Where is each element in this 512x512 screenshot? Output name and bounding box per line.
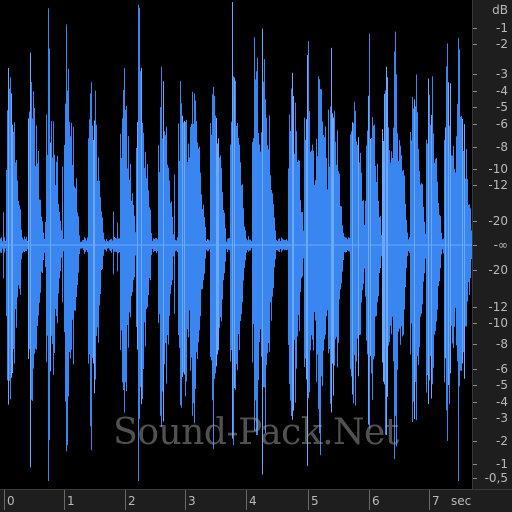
waveform-graphic[interactable] <box>0 0 472 489</box>
db-label-center: -∞ <box>493 238 508 252</box>
db-tick <box>473 344 477 345</box>
db-tick <box>473 478 477 479</box>
time-label: 3 <box>188 494 196 508</box>
db-tick <box>473 107 477 108</box>
db-label-bottom: -8 <box>496 337 508 351</box>
time-label: 0 <box>7 494 15 508</box>
time-label: 7 <box>432 494 440 508</box>
time-tick <box>4 490 5 510</box>
db-label-top: -20 <box>488 214 508 228</box>
db-label-top: -5 <box>496 100 508 114</box>
db-label-bottom: -0,5 <box>484 471 508 485</box>
db-tick <box>473 74 477 75</box>
db-label-top: -8 <box>496 140 508 154</box>
db-label-bottom: -10 <box>488 316 508 330</box>
db-tick <box>473 270 477 271</box>
time-tick <box>125 490 126 510</box>
db-label-top: -10 <box>488 162 508 176</box>
time-label: 6 <box>372 494 380 508</box>
db-label-bottom: -2 <box>496 434 508 448</box>
db-tick <box>473 44 477 45</box>
time-tick <box>185 490 186 510</box>
db-tick <box>473 245 477 246</box>
db-label-top: -12 <box>488 178 508 192</box>
db-tick <box>473 124 477 125</box>
time-tick <box>64 490 65 510</box>
waveform-editor: dB -1 -2 -3 -4 -5 -6 -8 -10 -12 -20 -∞ -20 -12 -10 -8-… <box>0 0 512 512</box>
time-label: 2 <box>128 494 136 508</box>
db-tick <box>473 418 477 419</box>
time-ruler[interactable]: sec 0 1 2 3 4 5 6 7 <box>0 489 512 512</box>
db-scale: dB -1 -2 -3 -4 -5 -6 -8 -10 -12 -20 -∞ -20 -12 -10 -8 -… <box>472 0 512 489</box>
db-label-top: -6 <box>496 117 508 131</box>
time-tick <box>308 490 309 510</box>
db-tick <box>473 464 477 465</box>
db-tick <box>473 402 477 403</box>
db-label-bottom: -6 <box>496 362 508 376</box>
db-label-bottom: -1 <box>496 457 508 471</box>
db-label-bottom: -20 <box>488 263 508 277</box>
time-label: 5 <box>311 494 319 508</box>
time-tick <box>369 490 370 510</box>
db-label-bottom: -5 <box>496 378 508 392</box>
db-tick <box>473 441 477 442</box>
db-label-bottom: -12 <box>488 300 508 314</box>
db-label-top: -2 <box>496 37 508 51</box>
db-tick <box>473 323 477 324</box>
db-tick <box>473 147 477 148</box>
db-label-bottom: -3 <box>496 411 508 425</box>
time-unit-label: sec <box>451 494 472 508</box>
db-tick <box>473 369 477 370</box>
time-tick <box>246 490 247 510</box>
db-tick <box>473 307 477 308</box>
db-label-top: -1 <box>496 21 508 35</box>
db-label-top: -4 <box>496 84 508 98</box>
db-label-top: -3 <box>496 67 508 81</box>
waveform-display[interactable] <box>0 0 472 489</box>
db-tick <box>473 28 477 29</box>
db-unit-label: dB <box>492 3 508 17</box>
db-tick <box>473 221 477 222</box>
time-tick <box>429 490 430 510</box>
time-label: 1 <box>67 494 75 508</box>
db-tick <box>473 385 477 386</box>
db-tick <box>473 91 477 92</box>
time-label: 4 <box>249 494 257 508</box>
db-tick <box>473 169 477 170</box>
db-tick <box>473 185 477 186</box>
db-label-bottom: -4 <box>496 395 508 409</box>
